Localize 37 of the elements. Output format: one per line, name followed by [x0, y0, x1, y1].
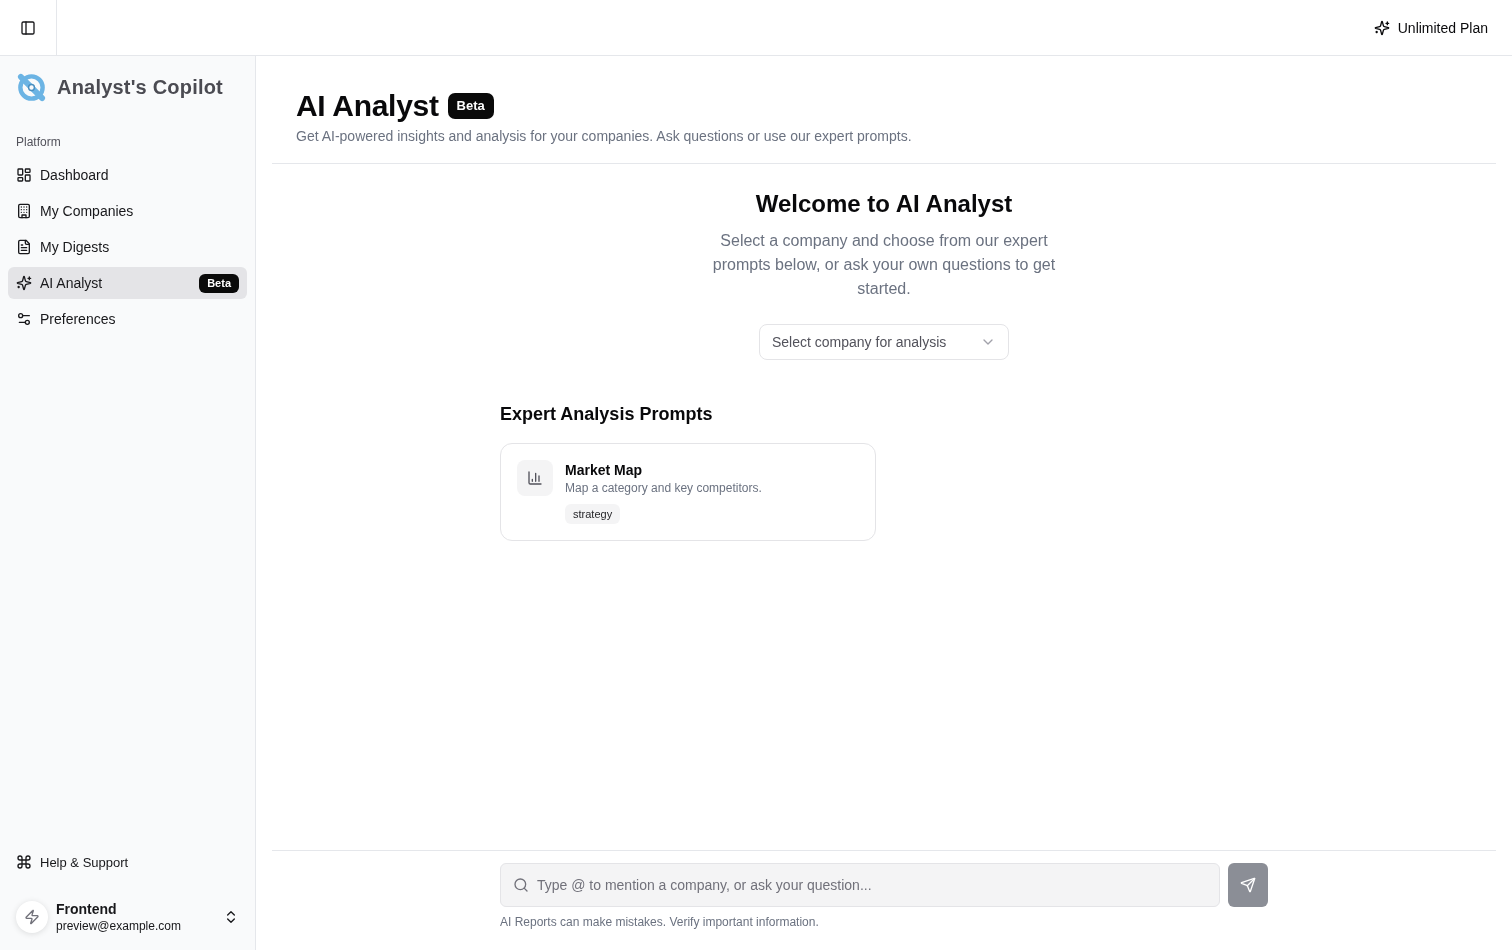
sparkles-icon	[1373, 19, 1390, 36]
welcome-text: Select a company and choose from our expert prompts below, or ask your own questions to get started.	[711, 231, 1057, 299]
bar-chart-icon	[517, 460, 553, 496]
brand-name: Analyst's Copilot	[57, 75, 223, 99]
prompt-title: Market Map	[565, 461, 643, 480]
command-icon	[16, 854, 32, 870]
logo-icon	[16, 71, 47, 103]
nav-item[interactable]: Preferences	[8, 303, 247, 335]
disclaimer-text: AI Reports can make mistakes. Verify important information.	[500, 914, 820, 930]
nav-item[interactable]: AI Analyst Beta	[8, 267, 247, 299]
sparkles-icon	[16, 275, 32, 291]
nav-item[interactable]: My Companies	[8, 195, 247, 227]
prompt-description: Map a category and key competitors.	[565, 480, 762, 496]
lightning-icon	[16, 901, 48, 933]
beta-badge: Beta	[447, 93, 494, 119]
sliders-icon	[16, 311, 32, 327]
nav-item[interactable]: My Digests	[8, 231, 247, 263]
section-label: Platform	[15, 134, 62, 150]
company-select[interactable]: Select company for analysis	[759, 324, 1009, 360]
document-icon	[16, 239, 32, 255]
beta-badge: Beta	[199, 273, 239, 293]
building-icon	[16, 203, 32, 219]
prompt-card[interactable]: Market Map Map a category and key competitors. strategy	[500, 443, 876, 541]
plan-button[interactable]: Unlimited Plan	[1365, 11, 1496, 44]
sidebar-toggle-icon[interactable]	[20, 19, 36, 36]
send-icon	[1240, 877, 1256, 893]
category-tag: strategy	[565, 504, 621, 524]
question-input[interactable]: Type @ to mention a company, or ask your question...	[500, 863, 1220, 907]
page-subtitle: Get AI-powered insights and analysis for your companies. Ask questions or use our expert prompts.	[296, 127, 913, 146]
nav-item[interactable]: Dashboard	[8, 159, 247, 191]
help-link[interactable]: Help & Support	[8, 846, 247, 878]
dashboard-icon	[16, 167, 32, 183]
welcome-title: Welcome to AI Analyst	[755, 189, 1013, 219]
search-icon	[513, 877, 529, 893]
page-title: AI Analyst	[296, 88, 439, 124]
account-menu-button[interactable]: Frontend preview@example.com	[8, 892, 247, 942]
section-heading: Expert Analysis Prompts	[500, 403, 714, 426]
